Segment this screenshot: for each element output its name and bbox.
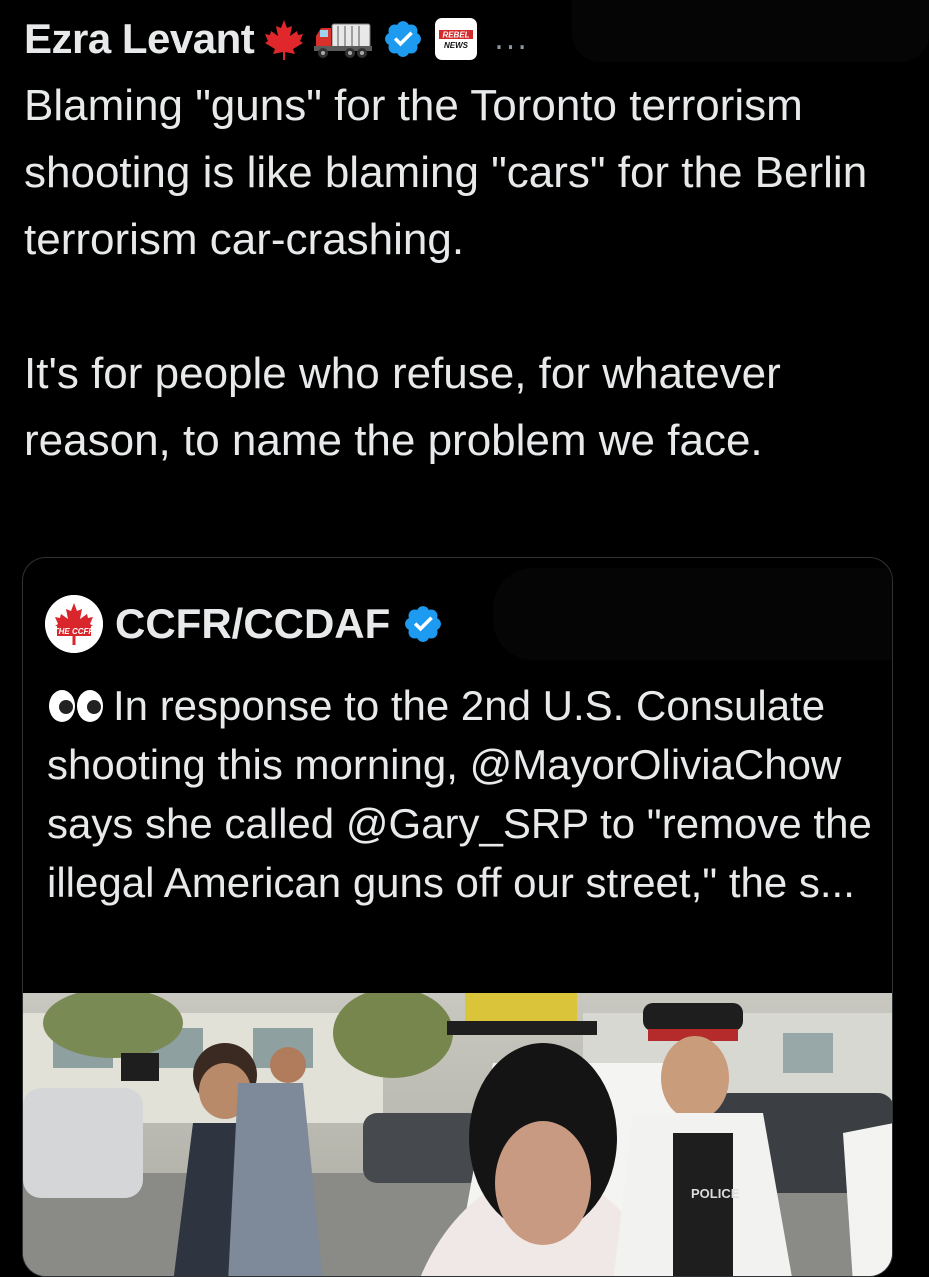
svg-text:NEWS: NEWS xyxy=(444,41,469,50)
svg-text:THE CCFR: THE CCFR xyxy=(54,627,95,636)
redacted-region xyxy=(572,0,929,62)
maple-leaf-icon xyxy=(264,18,304,60)
quoted-tweet-text: In response to the 2nd U.S. Consulate sh… xyxy=(47,676,877,912)
quoted-tweet-media[interactable]: POLICE xyxy=(23,993,892,1276)
quoted-tweet-card[interactable]: THE CCFR CCFR/CCDAF In response to the 2… xyxy=(22,557,893,1277)
more-options-button[interactable]: ... xyxy=(494,22,529,57)
truck-icon xyxy=(314,18,373,60)
tweet-paragraph: Blaming "guns" for the Toronto terrorism… xyxy=(24,81,868,264)
tweet-paragraph: It's for people who refuse, for whatever… xyxy=(24,349,781,465)
eyes-icon xyxy=(47,688,105,724)
svg-text:REBEL: REBEL xyxy=(443,31,470,40)
rebel-news-badge-icon: REBEL NEWS xyxy=(434,17,478,61)
verified-badge-icon[interactable] xyxy=(402,603,444,645)
quoted-tweet-body: In response to the 2nd U.S. Consulate sh… xyxy=(47,682,872,906)
quoted-author-name[interactable]: CCFR/CCDAF xyxy=(115,600,390,648)
quoted-tweet-header: THE CCFR CCFR/CCDAF xyxy=(45,594,444,654)
avatar[interactable]: THE CCFR xyxy=(45,595,103,653)
author-name[interactable]: Ezra Levant xyxy=(24,15,255,63)
image-caption: POLICE xyxy=(691,1186,740,1201)
tweet-body: Blaming "guns" for the Toronto terrorism… xyxy=(24,72,914,474)
tweet-header: Ezra Levant REBEL NEWS ... xyxy=(24,14,529,64)
verified-badge-icon[interactable] xyxy=(382,18,424,60)
redacted-region xyxy=(493,568,892,660)
